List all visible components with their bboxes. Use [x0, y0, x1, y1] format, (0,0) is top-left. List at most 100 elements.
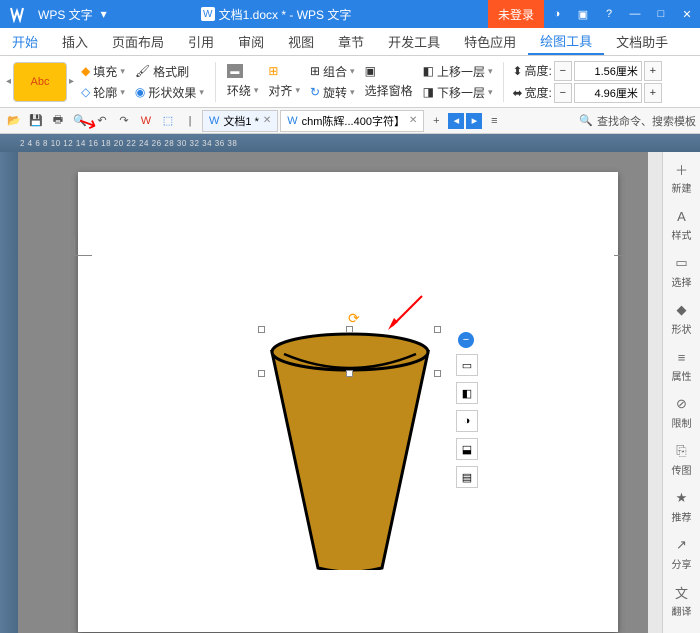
sidepanel-recommend[interactable]: ★推荐	[672, 489, 692, 524]
resize-handle[interactable]	[346, 326, 353, 333]
sidepanel-restrict[interactable]: ⊘限制	[672, 395, 692, 430]
align-button[interactable]: ⊞	[265, 63, 303, 79]
floatbtn-outline[interactable]: ◑	[456, 410, 478, 432]
tab-devtools[interactable]: 开发工具	[376, 28, 452, 55]
width-increment[interactable]: +	[644, 83, 662, 103]
tabmenu-icon[interactable]: ≡	[484, 111, 504, 131]
qat-redo-icon[interactable]: ↷	[114, 111, 134, 131]
restrict-icon: ⊘	[673, 395, 691, 413]
doctab-1-label: 文档1 *	[223, 113, 258, 129]
align-label[interactable]: 对齐▾	[265, 81, 303, 100]
tab-section[interactable]: 章节	[326, 28, 376, 55]
tab-pagelayout[interactable]: 页面布局	[100, 28, 176, 55]
horizontal-ruler[interactable]: 2 4 6 8 10 12 14 16 18 20 22 24 26 28 30…	[0, 134, 700, 152]
height-decrement[interactable]: −	[554, 61, 572, 81]
width-icon: ⬌	[512, 86, 522, 100]
sidepanel-upload[interactable]: ⎘传图	[672, 442, 692, 477]
bringforward-button[interactable]: ◧上移一层▾	[420, 62, 496, 81]
shape-style-preview[interactable]: Abc	[13, 62, 67, 102]
floatbtn-fill[interactable]: ◧	[456, 382, 478, 404]
selectionpane-label[interactable]: 选择窗格	[362, 81, 416, 100]
maximize-button[interactable]: □	[648, 0, 674, 28]
tabnav-left-icon[interactable]: ◂	[448, 113, 464, 129]
sidepanel-styles[interactable]: A样式	[672, 207, 692, 242]
resize-handle[interactable]	[258, 326, 265, 333]
forward-icon: ◧	[423, 64, 434, 78]
tab-dochelper[interactable]: 文档助手	[604, 28, 680, 55]
qat-cube-icon[interactable]: ⬚	[158, 111, 178, 131]
skin-icon[interactable]: ◑	[544, 0, 570, 28]
doctab-1[interactable]: W 文档1 * ✕	[202, 110, 278, 132]
vertical-ruler[interactable]	[0, 152, 18, 633]
width-decrement[interactable]: −	[554, 83, 572, 103]
sidepanel-new[interactable]: ＋新建	[672, 160, 692, 195]
qat-print-icon[interactable]: 🖶	[48, 111, 68, 131]
wrap-icon: ▬	[227, 64, 243, 78]
sidepanel-share[interactable]: ↗分享	[672, 536, 692, 571]
resize-handle[interactable]	[434, 326, 441, 333]
document-canvas[interactable]: ⟳ − ▭ ◧ ◑ ⬓ ▤	[18, 152, 662, 633]
fill-button[interactable]: ◆填充▾	[78, 62, 128, 81]
sidepanel-select[interactable]: ▭选择	[672, 254, 692, 289]
doctab-2[interactable]: W chm陈辉...400字符】 ✕	[280, 110, 424, 132]
close-icon[interactable]: ✕	[263, 115, 271, 126]
margin-corner-icon	[614, 238, 632, 256]
tab-special[interactable]: 特色应用	[452, 28, 528, 55]
search-box[interactable]: 🔍 查找命令、搜索模板	[579, 113, 696, 129]
qat-wps-icon[interactable]: W	[136, 111, 156, 131]
sidepanel-shape[interactable]: ◆形状	[672, 301, 692, 336]
close-button[interactable]: ✕	[674, 0, 700, 28]
resize-handle[interactable]	[346, 370, 353, 377]
pane-icon: ▣	[365, 64, 376, 78]
formatpainter-button[interactable]: 🖌格式刷	[132, 62, 207, 81]
sidepanel-properties[interactable]: ≡属性	[672, 348, 692, 383]
resize-handle[interactable]	[434, 370, 441, 377]
tab-drawing[interactable]: 绘图工具	[528, 28, 604, 55]
gallery-next-icon[interactable]: ▸	[69, 76, 74, 87]
selected-shape-cup[interactable]	[262, 330, 438, 570]
close-icon[interactable]: ✕	[409, 115, 417, 126]
outline-button[interactable]: ◇轮廓▾	[78, 83, 128, 102]
tab-review[interactable]: 审阅	[226, 28, 276, 55]
chevron-down-icon: ▾	[488, 66, 493, 77]
window-buttons: ◑ ▣ ? — □ ✕	[544, 0, 700, 28]
vertical-scrollbar[interactable]	[648, 152, 662, 633]
sidepanel-translate[interactable]: 文翻译	[672, 583, 692, 618]
floatbtn-layout[interactable]: ▭	[456, 354, 478, 376]
group-button[interactable]: ⊞组合▾	[307, 62, 358, 81]
app-menu-dropdown-icon[interactable]: ▾	[97, 7, 111, 21]
rotate-button[interactable]: ↻旋转▾	[307, 83, 358, 102]
rotate-handle-icon[interactable]: ⟳	[348, 310, 360, 327]
translate-icon: 文	[673, 583, 691, 601]
tab-insert[interactable]: 插入	[50, 28, 100, 55]
menu-tabs: 开始 插入 页面布局 引用 审阅 视图 章节 开发工具 特色应用 绘图工具 文档…	[0, 28, 700, 56]
shapeeffect-button[interactable]: ◉形状效果▾	[132, 83, 207, 102]
minimize-button[interactable]: —	[622, 0, 648, 28]
app-name: WPS 文字	[34, 6, 97, 23]
wrap-label[interactable]: 环绕▾	[224, 81, 262, 100]
floatbtn-shadow[interactable]: ⬓	[456, 438, 478, 460]
selectionpane-button[interactable]: ▣	[362, 63, 416, 79]
help-icon[interactable]: ?	[596, 0, 622, 28]
height-increment[interactable]: +	[644, 61, 662, 81]
login-button[interactable]: 未登录	[488, 0, 544, 28]
tab-reference[interactable]: 引用	[176, 28, 226, 55]
sendbackward-button[interactable]: ◨下移一层▾	[420, 83, 496, 102]
doc-title-area: W 文档1.docx * - WPS 文字	[201, 6, 352, 23]
newtab-button[interactable]: +	[426, 111, 446, 131]
shape-gallery[interactable]: ◂ Abc ▸	[6, 62, 74, 102]
qat-save-icon[interactable]: 💾	[26, 111, 46, 131]
width-input[interactable]	[574, 83, 642, 103]
wrap-button[interactable]: ▬	[224, 63, 262, 79]
resize-handle[interactable]	[258, 370, 265, 377]
tabnav-right-icon[interactable]: ▸	[466, 113, 482, 129]
tab-start[interactable]: 开始	[0, 28, 50, 55]
collapse-floatmenu-icon[interactable]: −	[458, 332, 474, 348]
floatbtn-more[interactable]: ▤	[456, 466, 478, 488]
gallery-prev-icon[interactable]: ◂	[6, 76, 11, 87]
height-control: ⬍ 高度: − +	[512, 61, 661, 81]
tab-view[interactable]: 视图	[276, 28, 326, 55]
height-input[interactable]	[574, 61, 642, 81]
settings-icon[interactable]: ▣	[570, 0, 596, 28]
qat-open-icon[interactable]: 📂	[4, 111, 24, 131]
